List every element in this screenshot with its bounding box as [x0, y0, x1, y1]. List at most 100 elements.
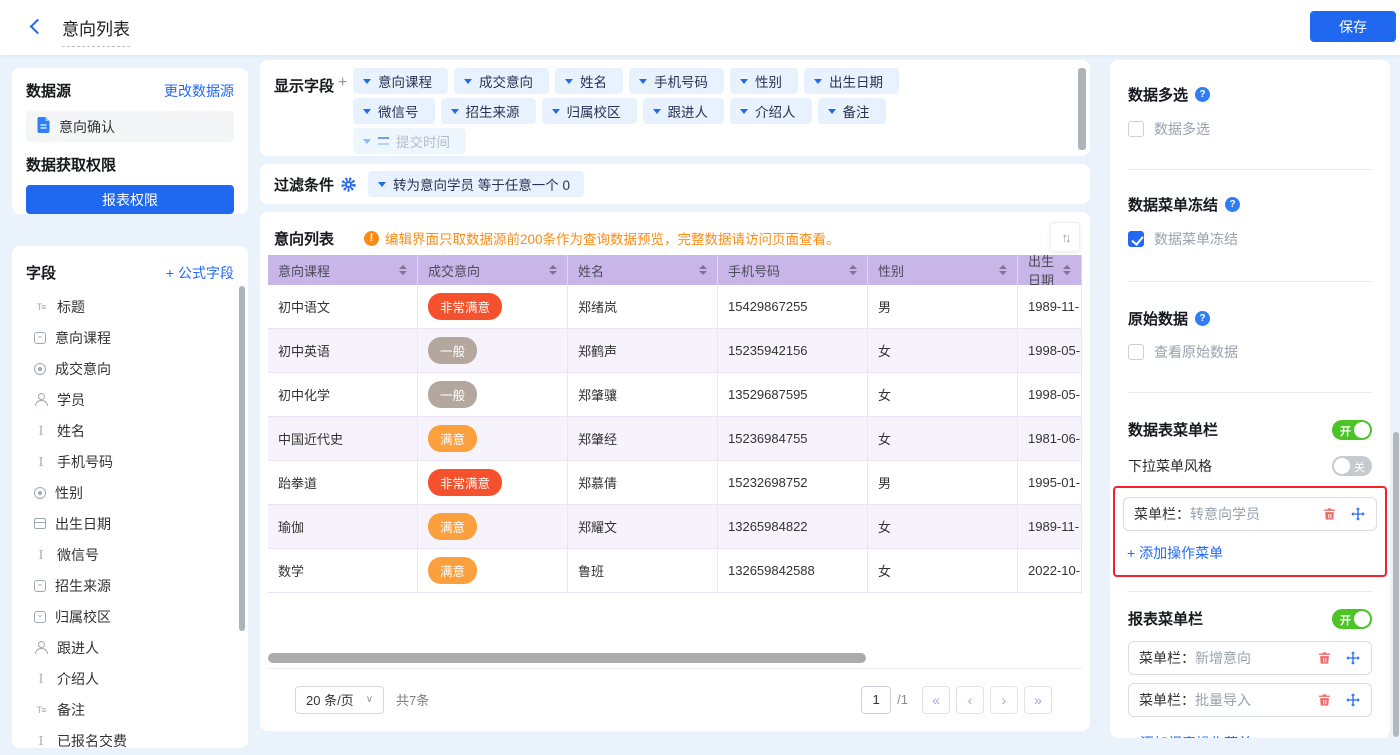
chevron-down-icon [451, 109, 459, 114]
field-item[interactable]: 意向课程 [26, 322, 234, 353]
add-menu-link[interactable]: + 添加操作菜单 [1127, 543, 1377, 563]
last-page-button[interactable]: » [1024, 686, 1052, 714]
column-header[interactable]: 意向课程 [268, 255, 418, 285]
add-display-field-button[interactable]: + [338, 74, 347, 92]
display-field-chip[interactable]: 招生来源 [441, 98, 536, 124]
field-item[interactable]: 学员 [26, 384, 234, 415]
table-row[interactable]: 跆拳道非常满意郑慕倩15232698752男1995-01- [268, 461, 1082, 505]
field-item[interactable]: 成交意向 [26, 353, 234, 384]
column-header[interactable]: 姓名 [568, 255, 718, 285]
raw-data-option[interactable]: 查看原始数据 [1128, 342, 1372, 362]
window-scrollbar[interactable] [1393, 432, 1399, 737]
sort-order-icon[interactable]: ↑↓ [1050, 222, 1080, 252]
trash-icon[interactable] [1317, 692, 1332, 708]
chip-label: 出生日期 [829, 71, 883, 91]
sort-icon[interactable] [549, 265, 557, 275]
toggle-state-label: 开 [1340, 423, 1351, 439]
display-field-chip[interactable]: 成交意向 [454, 68, 549, 94]
column-header[interactable]: 手机号码 [718, 255, 868, 285]
add-report-menu-link[interactable]: + 添加报表操作菜单 [1128, 733, 1372, 738]
sort-icon[interactable] [399, 265, 407, 275]
column-header[interactable]: 成交意向 [418, 255, 568, 285]
move-icon[interactable] [1350, 506, 1366, 522]
table-row[interactable]: 初中英语一般郑鹤声15235942156女1998-05- [268, 329, 1082, 373]
field-item[interactable]: 手机号码 [26, 446, 234, 477]
display-field-chip[interactable]: 提交时间 [353, 128, 466, 154]
report-menu-heading: 报表菜单栏 [1128, 608, 1203, 629]
next-page-button[interactable]: › [990, 686, 1018, 714]
display-field-chip[interactable]: 微信号 [353, 98, 435, 124]
field-item[interactable]: 招生来源 [26, 570, 234, 601]
fields-scrollbar[interactable] [239, 286, 245, 631]
table-menu-toggle[interactable]: 开 [1332, 420, 1372, 440]
datasource-item[interactable]: 意向确认 [26, 111, 234, 142]
trash-icon[interactable] [1322, 506, 1337, 522]
page-size-select[interactable]: 20 条/页 ∨ [295, 686, 384, 714]
chip-label: 招生来源 [466, 101, 520, 121]
multi-select-checkbox[interactable] [1128, 121, 1144, 137]
change-datasource-link[interactable]: 更改数据源 [164, 81, 234, 101]
sort-icon[interactable] [1063, 265, 1071, 275]
display-field-chip[interactable]: 介绍人 [730, 98, 812, 124]
raw-data-checkbox[interactable] [1128, 344, 1144, 360]
table-row[interactable]: 初中语文非常满意郑绪岚15429867255男1989-11- [268, 285, 1082, 329]
move-icon[interactable] [1345, 650, 1361, 666]
table-cell: 一般 [418, 329, 568, 372]
display-field-chip[interactable]: 姓名 [555, 68, 623, 94]
report-permission-button[interactable]: 报表权限 [26, 185, 234, 214]
field-item[interactable]: 跟进人 [26, 632, 234, 663]
display-field-chip[interactable]: 备注 [818, 98, 886, 124]
sort-icon[interactable] [699, 265, 707, 275]
display-field-chip[interactable]: 手机号码 [629, 68, 724, 94]
field-item[interactable]: 介绍人 [26, 663, 234, 694]
chips-scrollbar[interactable] [1078, 68, 1086, 150]
field-item[interactable]: 性别 [26, 477, 234, 508]
display-field-chip[interactable]: 意向课程 [353, 68, 448, 94]
field-item[interactable]: 归属校区 [26, 601, 234, 632]
chip-label: 备注 [843, 101, 870, 121]
table-row[interactable]: 初中化学一般郑肇骧13529687595女1998-05- [268, 373, 1082, 417]
table-row[interactable]: 数学满意鲁班132659842588女2022-10- [268, 549, 1082, 593]
display-field-chip[interactable]: 性别 [730, 68, 798, 94]
gear-icon[interactable] [341, 177, 356, 192]
menu-freeze-option[interactable]: 数据菜单冻结 [1128, 229, 1372, 249]
display-fields-card: 显示字段 + 意向课程成交意向姓名手机号码性别出生日期微信号招生来源归属校区跟进… [260, 60, 1090, 156]
back-icon[interactable] [30, 19, 46, 35]
report-menu-items: 菜单栏：新增意向菜单栏：批量导入 [1128, 641, 1372, 717]
menu-freeze-checkbox[interactable] [1128, 231, 1144, 247]
display-field-chip[interactable]: 出生日期 [804, 68, 899, 94]
help-icon[interactable]: ? [1225, 197, 1240, 212]
warning-icon: ! [364, 231, 379, 246]
first-page-button[interactable]: « [922, 686, 950, 714]
column-header[interactable]: 出生日期 [1018, 255, 1082, 285]
field-item[interactable]: 备注 [26, 694, 234, 725]
sort-icon[interactable] [849, 265, 857, 275]
column-header[interactable]: 性别 [868, 255, 1018, 285]
move-icon[interactable] [1345, 692, 1361, 708]
help-icon[interactable]: ? [1195, 311, 1210, 326]
save-button[interactable]: 保存 [1310, 11, 1396, 42]
field-label: 性别 [55, 483, 83, 503]
field-item[interactable]: 姓名 [26, 415, 234, 446]
field-item[interactable]: 出生日期 [26, 508, 234, 539]
table-menu-heading: 数据表菜单栏 [1128, 419, 1218, 440]
filter-condition-chip[interactable]: 转为意向学员 等于任意一个 0 [368, 171, 584, 197]
formula-field-link[interactable]: + 公式字段 [166, 263, 234, 283]
help-icon[interactable]: ? [1195, 87, 1210, 102]
multi-select-option[interactable]: 数据多选 [1128, 119, 1372, 139]
field-item[interactable]: 标题 [26, 291, 234, 322]
display-field-chip[interactable]: 归属校区 [542, 98, 637, 124]
table-row[interactable]: 中国近代史满意郑肇经15236984755女1981-06- [268, 417, 1082, 461]
display-field-chip[interactable]: 跟进人 [643, 98, 725, 124]
total-count: 共7条 [396, 690, 429, 709]
field-item[interactable]: 微信号 [26, 539, 234, 570]
table-row[interactable]: 瑜伽满意郑耀文13265984822女1989-11- [268, 505, 1082, 549]
dropdown-style-toggle[interactable]: 关 [1332, 456, 1372, 476]
sort-icon[interactable] [999, 265, 1007, 275]
field-item[interactable]: 已报名交费 [26, 725, 234, 748]
horizontal-scrollbar[interactable] [268, 653, 866, 663]
trash-icon[interactable] [1317, 650, 1332, 666]
page-number-input[interactable]: 1 [861, 686, 891, 714]
prev-page-button[interactable]: ‹ [956, 686, 984, 714]
report-menu-toggle[interactable]: 开 [1332, 609, 1372, 629]
